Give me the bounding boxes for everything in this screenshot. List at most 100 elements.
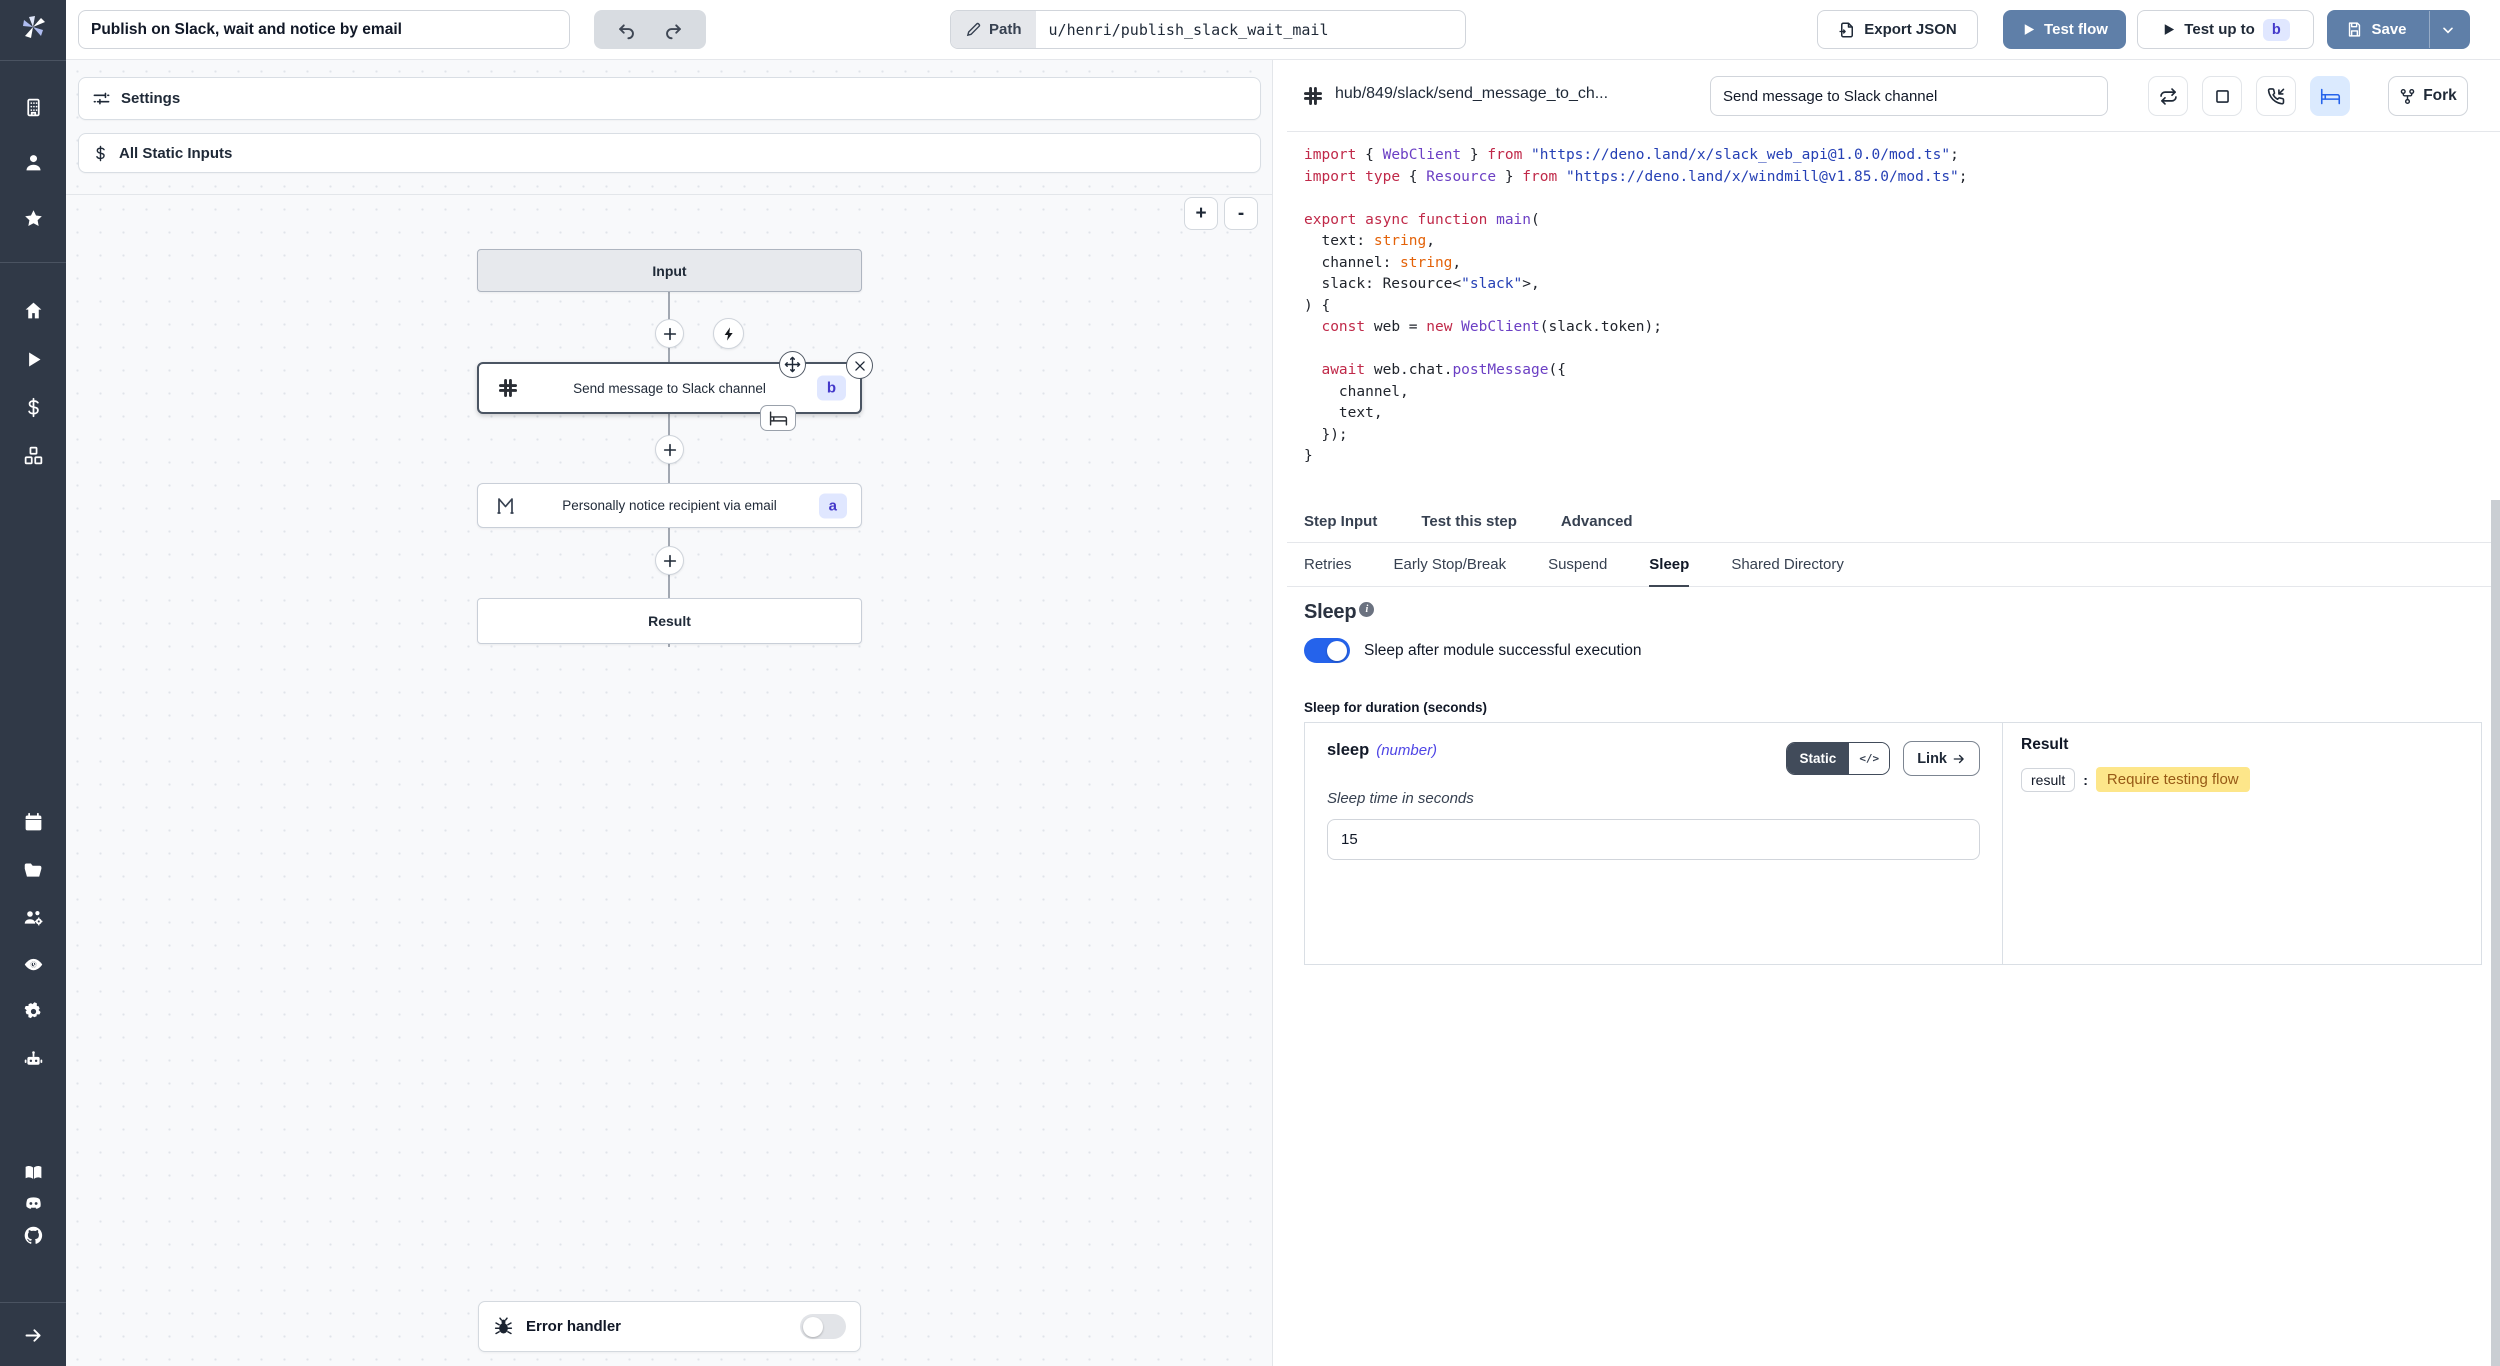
insert-step-button[interactable] — [655, 319, 684, 348]
test-up-to-button[interactable]: Test up to b — [2137, 10, 2314, 49]
save-button[interactable]: Save — [2327, 10, 2470, 49]
result-column: Result result : Require testing flow — [2003, 723, 2481, 964]
phone-incoming-icon — [2266, 86, 2286, 106]
bed-icon — [769, 411, 788, 426]
code-segment[interactable]: </> — [1849, 743, 1889, 774]
flow-canvas[interactable]: Settings All Static Inputs + - Input Sen… — [66, 60, 1273, 1366]
fork-button[interactable]: Fork — [2388, 76, 2468, 116]
workspace-building-icon[interactable] — [22, 96, 44, 118]
sleep-toggle-label: Sleep after module successful execution — [1364, 642, 1641, 660]
windmill-logo-icon[interactable] — [17, 12, 49, 44]
settings-gear-icon[interactable] — [22, 1000, 44, 1022]
discord-icon[interactable] — [22, 1192, 44, 1214]
error-handler-node[interactable]: Error handler — [478, 1301, 861, 1352]
sleep-config-card: sleep(number) Static </> Link Sleep time — [1304, 722, 2482, 965]
sleep-button-active[interactable] — [2310, 76, 2350, 116]
audit-eye-icon[interactable] — [22, 953, 44, 975]
flow-title-input[interactable] — [78, 10, 570, 49]
code-line: channel, — [1304, 382, 2500, 404]
sleep-seconds-input[interactable] — [1327, 819, 1980, 860]
expand-arrow-icon[interactable] — [22, 1324, 44, 1346]
all-static-inputs-bar[interactable]: All Static Inputs — [78, 133, 1261, 173]
retries-button[interactable] — [2148, 76, 2188, 116]
save-dropdown-button[interactable] — [2429, 11, 2467, 48]
file-export-icon — [1838, 21, 1856, 39]
export-json-label: Export JSON — [1864, 21, 1957, 38]
error-handler-toggle[interactable] — [800, 1314, 846, 1339]
variables-dollar-icon[interactable] — [22, 396, 44, 418]
star-icon[interactable] — [22, 207, 44, 229]
subtab-suspend[interactable]: Suspend — [1548, 543, 1607, 587]
code-line: slack: Resource<"slack">, — [1304, 274, 2500, 296]
code-line: text, — [1304, 403, 2500, 425]
runs-play-icon[interactable] — [22, 348, 44, 370]
slack-node-label: Send message to Slack channel — [573, 381, 766, 396]
save-icon — [2346, 21, 2363, 38]
step-summary-input[interactable] — [1710, 76, 2108, 116]
sleep-toggle[interactable] — [1304, 638, 1350, 663]
link-button[interactable]: Link — [1903, 741, 1980, 776]
path-group: Path u/henri/publish_slack_wait_mail — [950, 10, 1466, 49]
early-stop-button[interactable] — [2202, 76, 2242, 116]
step-header: hub/849/slack/send_message_to_ch... Fork — [1287, 60, 2500, 132]
code-line — [1304, 339, 2500, 361]
info-icon[interactable]: i — [1359, 602, 1374, 617]
script-path[interactable]: hub/849/slack/send_message_to_ch... — [1335, 85, 1608, 103]
subtab-early-stop-break[interactable]: Early Stop/Break — [1394, 543, 1507, 587]
resources-cubes-icon[interactable] — [22, 444, 44, 466]
all-static-inputs-label: All Static Inputs — [119, 145, 232, 162]
subtab-shared-directory[interactable]: Shared Directory — [1731, 543, 1844, 587]
sidebar-divider — [0, 60, 66, 61]
export-json-button[interactable]: Export JSON — [1817, 10, 1978, 49]
link-label: Link — [1917, 751, 1947, 767]
bug-icon — [493, 1316, 514, 1337]
groups-users-icon[interactable] — [22, 906, 44, 928]
flow-node-input[interactable]: Input — [477, 249, 862, 292]
tab-advanced[interactable]: Advanced — [1561, 513, 1633, 530]
zoom-out-button[interactable]: - — [1224, 197, 1258, 230]
docs-book-icon[interactable] — [22, 1161, 44, 1183]
suspend-button[interactable] — [2256, 76, 2296, 116]
tab-step-input[interactable]: Step Input — [1304, 513, 1377, 530]
email-node-label: Personally notice recipient via email — [562, 498, 777, 513]
bolt-icon — [721, 326, 737, 342]
move-step-handle[interactable] — [779, 351, 806, 378]
flow-node-result[interactable]: Result — [477, 598, 862, 644]
zoom-in-button[interactable]: + — [1184, 197, 1218, 230]
sleep-indicator-chip[interactable] — [760, 405, 796, 431]
user-icon[interactable] — [22, 151, 44, 173]
delete-step-button[interactable] — [846, 352, 873, 379]
path-value[interactable]: u/henri/publish_slack_wait_mail — [1036, 11, 1342, 48]
insert-step-button[interactable] — [655, 546, 684, 575]
redo-button[interactable] — [658, 15, 688, 45]
flow-settings-bar[interactable]: Settings — [78, 77, 1261, 120]
sleep-field-column: sleep(number) Static </> Link Sleep time — [1305, 723, 2003, 964]
insert-step-button[interactable] — [655, 435, 684, 464]
schedules-calendar-icon[interactable] — [22, 811, 44, 833]
subtab-sleep[interactable]: Sleep — [1649, 543, 1689, 587]
bed-icon — [2320, 88, 2341, 105]
home-icon[interactable] — [22, 299, 44, 321]
test-flow-button[interactable]: Test flow — [2003, 10, 2126, 49]
field-description: Sleep time in seconds — [1327, 790, 1980, 807]
advanced-subtabs: Retries Early Stop/Break Suspend Sleep Share… — [1287, 543, 2500, 587]
dollar-icon — [92, 144, 109, 163]
plus-icon — [662, 553, 678, 569]
flow-node-email[interactable]: Personally notice recipient via email a — [477, 483, 862, 528]
git-fork-icon — [2399, 88, 2416, 105]
graph-top-border — [66, 194, 1272, 195]
subtab-retries[interactable]: Retries — [1304, 543, 1352, 587]
folders-icon[interactable] — [22, 859, 44, 881]
code-line: channel: string, — [1304, 253, 2500, 275]
github-icon[interactable] — [22, 1224, 44, 1246]
settings-label: Settings — [121, 90, 180, 107]
result-key-chip[interactable]: result — [2021, 768, 2075, 792]
undo-button[interactable] — [612, 15, 642, 45]
trigger-bolt-button[interactable] — [713, 318, 744, 349]
path-edit-button[interactable]: Path — [951, 11, 1036, 48]
static-segment[interactable]: Static — [1787, 743, 1850, 774]
panel-scrollbar[interactable] — [2491, 500, 2500, 1366]
workers-robot-icon[interactable] — [22, 1048, 44, 1070]
code-editor[interactable]: import { WebClient } from "https://deno.… — [1287, 132, 2500, 500]
tab-test-this-step[interactable]: Test this step — [1421, 513, 1517, 530]
